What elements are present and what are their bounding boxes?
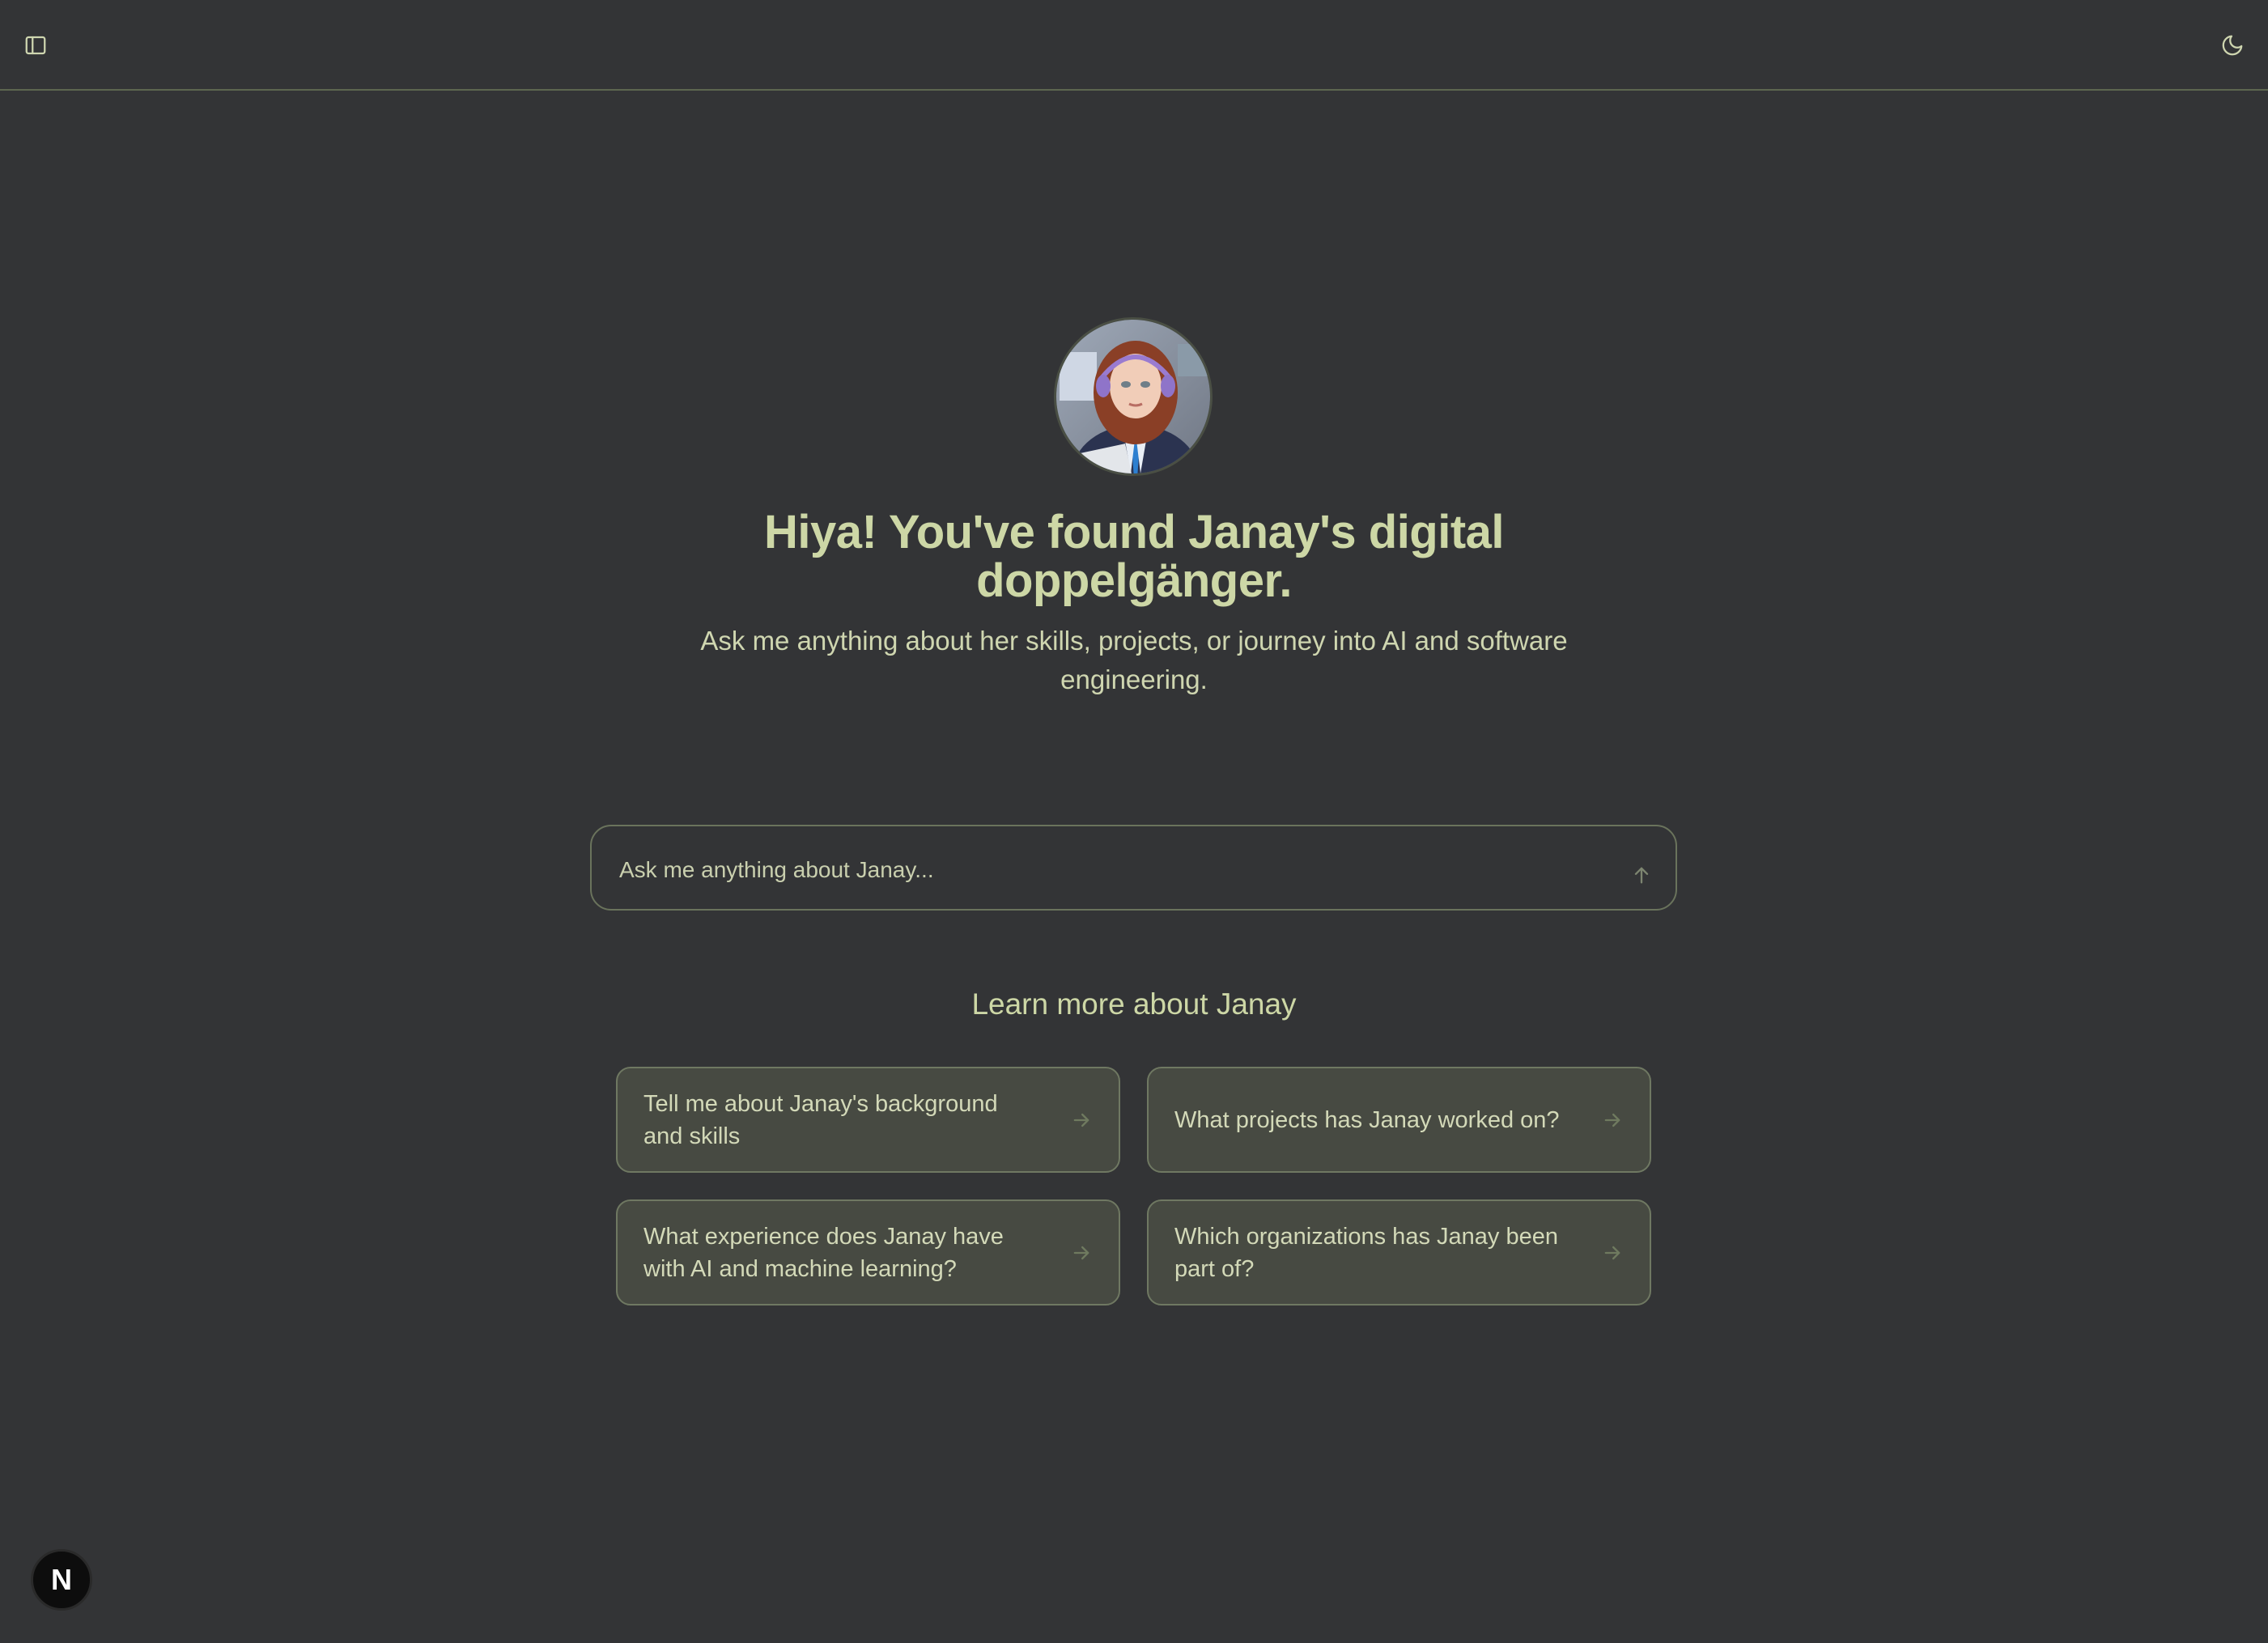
avatar: [1054, 317, 1213, 476]
page-title: Hiya! You've found Janay's digital doppe…: [0, 508, 2268, 605]
suggestion-label: What experience does Janay have with AI …: [643, 1223, 1004, 1282]
suggestions-heading: Learn more about Janay: [971, 987, 1297, 1021]
suggestion-card[interactable]: Which organizations has Janay been part …: [1147, 1199, 1651, 1305]
nextjs-dev-badge[interactable]: N: [31, 1549, 92, 1611]
subtitle-line-1: Ask me anything about her skills, projec…: [700, 626, 1568, 656]
arrow-right-icon: [1598, 1238, 1627, 1267]
sidebar-toggle-button[interactable]: [10, 19, 62, 71]
arrow-right-icon: [1067, 1106, 1096, 1135]
sidebar-panel-icon: [25, 36, 46, 55]
arrow-right-icon: [1598, 1106, 1627, 1135]
title-line-2: doppelgänger.: [976, 554, 1292, 607]
page-subtitle: Ask me anything about her skills, projec…: [0, 622, 2268, 699]
suggestion-label: What projects has Janay worked on?: [1174, 1106, 1560, 1133]
suggestion-label: Tell me about Janay's background and ski…: [643, 1090, 998, 1149]
title-line-1: Hiya! You've found Janay's digital: [763, 506, 1505, 558]
suggestion-card[interactable]: What experience does Janay have with AI …: [616, 1199, 1120, 1305]
send-button[interactable]: [1624, 857, 1659, 893]
moon-icon: [2222, 35, 2243, 56]
theme-toggle-button[interactable]: [2206, 19, 2258, 71]
chat-input-box: [590, 825, 1677, 911]
suggestion-label: Which organizations has Janay been part …: [1174, 1223, 1558, 1282]
arrow-up-icon: [1634, 867, 1649, 884]
arrow-right-icon: [1067, 1238, 1096, 1267]
suggestion-card[interactable]: Tell me about Janay's background and ski…: [616, 1067, 1120, 1173]
badge-label: N: [51, 1563, 72, 1596]
avatar-illustration: [1056, 320, 1210, 473]
suggestion-card[interactable]: What projects has Janay worked on?: [1147, 1067, 1651, 1173]
top-bar: [0, 0, 2268, 91]
chat-input[interactable]: [618, 847, 1576, 893]
subtitle-line-2: engineering.: [1060, 664, 1208, 694]
